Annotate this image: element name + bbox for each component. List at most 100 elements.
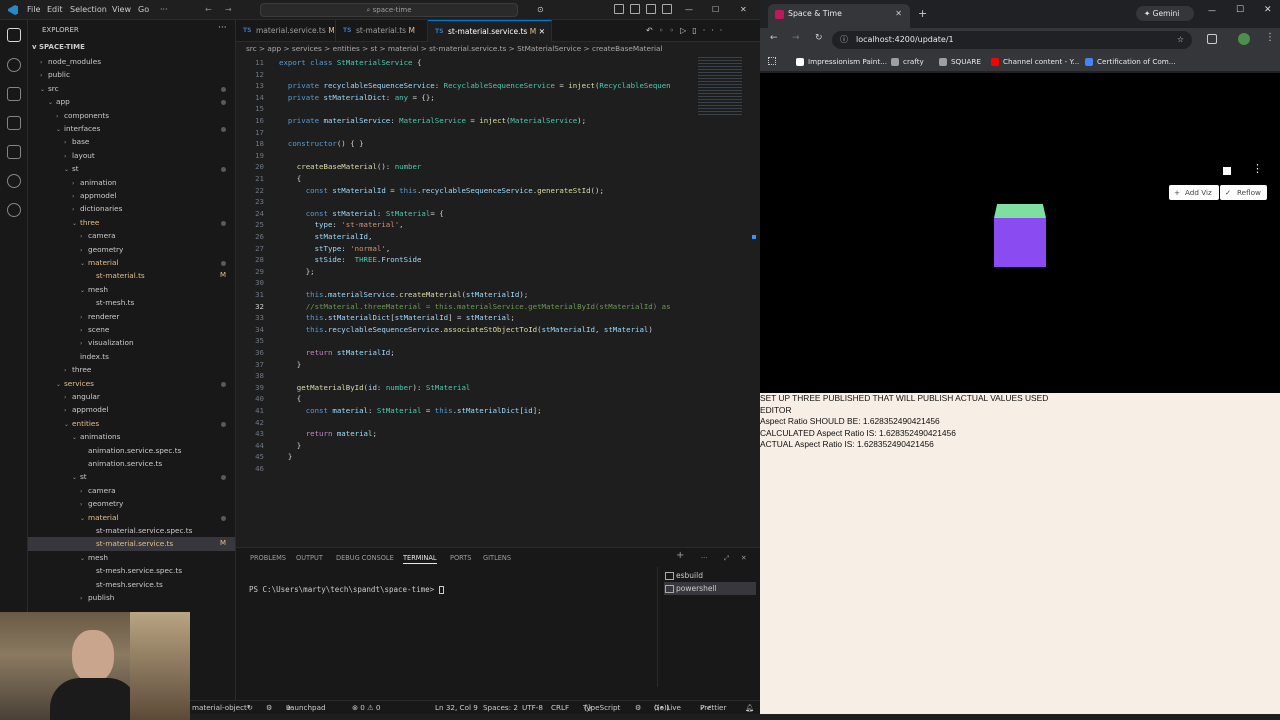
code-line[interactable]: 18 constructor() { } bbox=[236, 138, 694, 150]
code-line[interactable]: 43 return material; bbox=[236, 428, 694, 440]
bookmark-channel-content[interactable]: Channel content - Y... bbox=[991, 52, 1079, 72]
code-line[interactable]: 46 bbox=[236, 463, 694, 475]
gitlens-icon[interactable] bbox=[7, 203, 21, 217]
code-line[interactable]: 24 const stMaterial: StMaterial= { bbox=[236, 208, 694, 220]
stop-icon[interactable] bbox=[1223, 167, 1231, 175]
tree-item[interactable]: › three bbox=[28, 363, 235, 376]
code-line[interactable]: 25 type: 'st-material', bbox=[236, 219, 694, 231]
minimize-icon[interactable]: — bbox=[685, 0, 693, 20]
bookmark-crafty[interactable]: crafty bbox=[891, 52, 924, 72]
code-line[interactable]: 31 this.materialService.createMaterial(s… bbox=[236, 289, 694, 301]
tree-item[interactable]: ⌄ app bbox=[28, 95, 235, 108]
new-terminal-icon[interactable]: + bbox=[676, 550, 684, 562]
tree-item[interactable]: › renderer bbox=[28, 310, 235, 323]
command-center-search[interactable]: ⌕ space-time bbox=[260, 3, 518, 17]
code-line[interactable]: 17 bbox=[236, 127, 694, 139]
tree-item[interactable]: › camera bbox=[28, 484, 235, 497]
code-line[interactable]: 14 private stMaterialDict: any = {}; bbox=[236, 92, 694, 104]
tree-item[interactable]: st-material.ts M bbox=[28, 269, 235, 282]
tree-item[interactable]: animation.service.spec.ts bbox=[28, 444, 235, 457]
tree-item[interactable]: ⌄ src bbox=[28, 82, 235, 95]
back-arrow-icon[interactable]: ← bbox=[205, 0, 212, 20]
forward-arrow-icon[interactable]: → bbox=[225, 0, 232, 20]
tab-material-service[interactable]: TS material.service.ts M bbox=[236, 20, 336, 42]
tree-item[interactable]: ⌄ material bbox=[28, 511, 235, 524]
gemini-button[interactable]: ✦ Gemini bbox=[1136, 6, 1194, 21]
tree-item[interactable]: › node_modules bbox=[28, 55, 235, 68]
tree-item[interactable]: › camera bbox=[28, 229, 235, 242]
terminal-prompt[interactable]: PS C:\Users\marty\tech\spandt\space-time… bbox=[249, 585, 444, 594]
code-line[interactable]: 21 { bbox=[236, 173, 694, 185]
menu-edit[interactable]: Edit bbox=[47, 0, 63, 20]
close-icon[interactable]: ✕ bbox=[1264, 5, 1272, 15]
tab-debug-console[interactable]: DEBUG CONSOLE bbox=[336, 552, 394, 564]
panel-more-icon[interactable]: ··· bbox=[701, 552, 707, 564]
settings-icon[interactable]: ⚙ bbox=[635, 701, 641, 715]
menu-go[interactable]: Go bbox=[138, 0, 149, 20]
code-line[interactable]: 42 bbox=[236, 417, 694, 429]
tree-item[interactable]: ⌄ st bbox=[28, 470, 235, 483]
layout-icon[interactable] bbox=[662, 4, 672, 14]
toggle-sidebar-icon[interactable] bbox=[614, 4, 624, 14]
code-line[interactable]: 33 this.stMaterialDict[stMaterialId] = s… bbox=[236, 312, 694, 324]
code-line[interactable]: 41 const material: StMaterial = this.stM… bbox=[236, 405, 694, 417]
close-tab-icon[interactable]: ✕ bbox=[895, 4, 902, 24]
code-editor[interactable]: 11 export class StMaterialService {12 13 p… bbox=[236, 55, 694, 545]
eol[interactable]: CRLF bbox=[551, 701, 569, 715]
code-line[interactable]: 15 bbox=[236, 103, 694, 115]
menu-file[interactable]: File bbox=[27, 0, 40, 20]
code-line[interactable]: 11 export class StMaterialService { bbox=[236, 57, 694, 69]
tree-item[interactable]: ⌄ interfaces bbox=[28, 122, 235, 135]
search-icon[interactable] bbox=[7, 58, 21, 72]
tree-item[interactable]: › appmodel bbox=[28, 403, 235, 416]
terminal-powershell[interactable]: powershell bbox=[664, 582, 756, 595]
code-line[interactable]: 26 stMaterialId, bbox=[236, 231, 694, 243]
tab-ports[interactable]: PORTS bbox=[450, 552, 471, 564]
code-line[interactable]: 45 } bbox=[236, 451, 694, 463]
new-tab-icon[interactable]: + bbox=[918, 7, 927, 20]
code-line[interactable]: 37 } bbox=[236, 359, 694, 371]
address-bar[interactable]: ⓘ localhost:4200/update/1 ☆ bbox=[832, 31, 1192, 49]
tree-item[interactable]: ⌄ services bbox=[28, 377, 235, 390]
three-viewport[interactable]: ⋮ + Add Viz ✓ Reflow bbox=[760, 73, 1280, 393]
explorer-icon[interactable] bbox=[7, 28, 21, 42]
source-control-icon[interactable] bbox=[7, 87, 21, 101]
minimap[interactable] bbox=[694, 55, 756, 545]
browser-tab[interactable]: Space & Time ✕ bbox=[768, 4, 910, 28]
tab-st-material-service[interactable]: TS st-material.service.ts M ✕ bbox=[428, 20, 552, 42]
bookmark-certification[interactable]: Certification of Com... bbox=[1085, 52, 1176, 72]
code-line[interactable]: 20 createBaseMaterial(): number bbox=[236, 161, 694, 173]
tree-item[interactable]: › dictionaries bbox=[28, 202, 235, 215]
close-tab-icon[interactable]: ✕ bbox=[539, 21, 545, 43]
code-line[interactable]: 13 private recyclableSequenceService: Re… bbox=[236, 80, 694, 92]
menu-selection[interactable]: Selection bbox=[70, 0, 107, 20]
maximize-icon[interactable]: ☐ bbox=[1236, 5, 1244, 15]
code-line[interactable]: 28 stSide: THREE.FrontSide bbox=[236, 254, 694, 266]
tab-st-material[interactable]: TS st-material.ts M bbox=[336, 20, 428, 42]
menu-view[interactable]: View bbox=[112, 0, 131, 20]
tree-item[interactable]: › publish bbox=[28, 591, 235, 604]
code-line[interactable]: 35 bbox=[236, 335, 694, 347]
tree-item[interactable]: animation.service.ts bbox=[28, 457, 235, 470]
back-arrow-icon[interactable]: ← bbox=[770, 33, 778, 43]
code-line[interactable]: 44 } bbox=[236, 440, 694, 452]
toggle-panel-icon[interactable] bbox=[630, 4, 640, 14]
code-line[interactable]: 38 bbox=[236, 370, 694, 382]
close-icon[interactable]: ✕ bbox=[740, 0, 747, 20]
menu-more[interactable]: ··· bbox=[160, 0, 168, 20]
maximize-icon[interactable]: ☐ bbox=[712, 0, 719, 20]
terminal-esbuild[interactable]: esbuild bbox=[664, 569, 756, 582]
tree-item[interactable]: › components bbox=[28, 109, 235, 122]
bookmark-square[interactable]: SQUARE bbox=[939, 52, 981, 72]
tree-item[interactable]: › appmodel bbox=[28, 189, 235, 202]
tab-terminal[interactable]: TERMINAL bbox=[403, 552, 437, 564]
code-line[interactable]: 27 stType: 'normal', bbox=[236, 243, 694, 255]
branch-status[interactable]: material-object* bbox=[192, 701, 250, 715]
tree-item[interactable]: st-material.service.ts M bbox=[28, 537, 235, 551]
apps-grid-icon[interactable] bbox=[768, 57, 776, 65]
code-line[interactable]: 34 this.recyclableSequenceService.associ… bbox=[236, 324, 694, 336]
tree-item[interactable]: › geometry bbox=[28, 243, 235, 256]
bookmark-star-icon[interactable]: ☆ bbox=[1177, 31, 1184, 49]
extensions-icon[interactable] bbox=[7, 145, 21, 159]
reload-icon[interactable]: ↻ bbox=[815, 33, 823, 43]
